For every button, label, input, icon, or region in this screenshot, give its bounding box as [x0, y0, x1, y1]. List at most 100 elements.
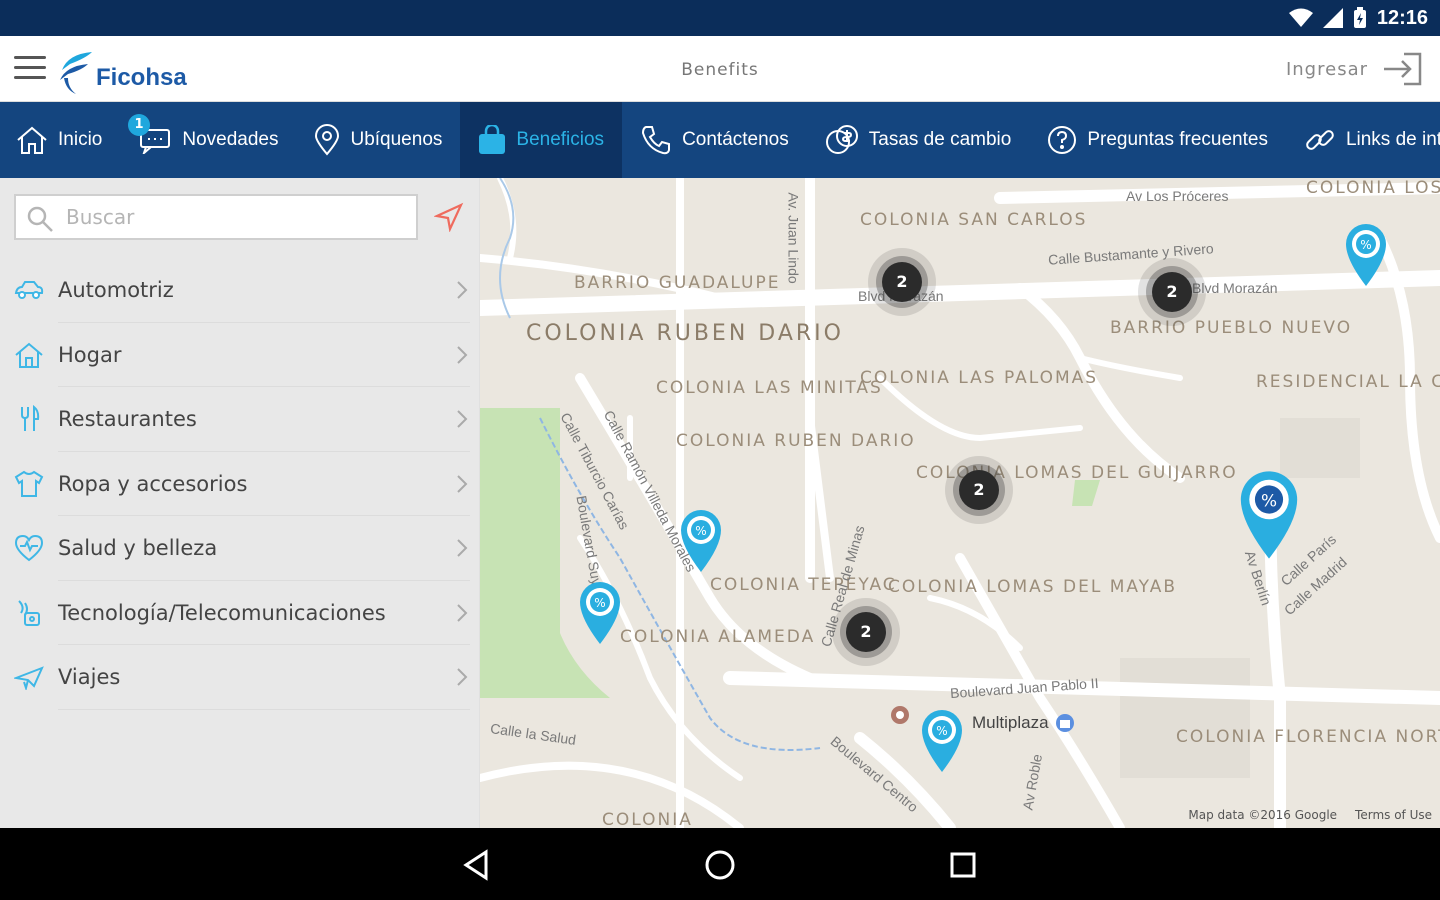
map-label: COLONIA LOS PROCERES — [1306, 178, 1440, 198]
map-copyright: Map data ©2016 Google — [1188, 808, 1338, 822]
tab-novedades[interactable]: Novedades — [120, 102, 296, 178]
ficohsa-logo-mark-icon — [60, 52, 92, 94]
map-label: COLONIA SAN CARLOS — [860, 210, 1088, 230]
tab-preguntas-frecuentes[interactable]: Preguntas frecuentes — [1029, 102, 1286, 178]
system-navigation-bar — [0, 828, 1440, 900]
svg-text:%: % — [936, 724, 947, 738]
benefit-pin-icon[interactable]: % — [920, 708, 964, 774]
home-button-icon[interactable] — [703, 848, 737, 882]
map-label: RESIDENCIAL LA CUMBRE — [1256, 372, 1440, 392]
search-input[interactable] — [66, 205, 406, 229]
help-icon — [1048, 126, 1077, 154]
location-pin-icon — [315, 124, 340, 156]
poi-multiplaza[interactable]: Multiplaza — [972, 713, 1075, 733]
shopping-bag-icon — [479, 125, 506, 154]
login-label: Ingresar — [1285, 58, 1368, 80]
tab-label: Preguntas frecuentes — [1087, 129, 1268, 150]
brand-name: Ficohsa — [96, 64, 187, 91]
category-salud-y-belleza[interactable]: Salud y belleza — [0, 516, 479, 581]
wifi-icon — [1288, 8, 1313, 27]
plane-icon — [14, 666, 44, 691]
benefit-pin-icon[interactable]: % — [578, 580, 622, 646]
map-cluster-marker[interactable]: 2 — [846, 612, 886, 652]
map-label: COLONIA LAS MINITAS — [656, 378, 883, 398]
back-icon[interactable] — [460, 848, 494, 882]
category-viajes[interactable]: Viajes — [0, 645, 479, 710]
tab-label: Beneficios — [516, 129, 605, 150]
map-label: BARRIO GUADALUPE — [574, 273, 781, 293]
tab-tasas-de-cambio[interactable]: Tasas de cambio — [807, 102, 1030, 178]
category-label: Tecnología/Telecomunicaciones — [58, 600, 386, 625]
map-label: COLONIA FLORENCIA NORTE — [1176, 727, 1440, 747]
map-label: BARRIO PUEBLO NUEVO — [1110, 318, 1353, 338]
map-cluster-marker[interactable]: 2 — [882, 262, 922, 302]
category-automotriz[interactable]: Automotriz — [0, 258, 479, 323]
map-label: COLONIA RUBEN DARIO — [526, 321, 844, 346]
map-cluster-marker[interactable]: 2 — [959, 470, 999, 510]
technology-icon — [18, 600, 40, 626]
page-title: Benefits — [681, 60, 759, 80]
shopping-poi-icon — [1055, 714, 1074, 732]
home-icon — [17, 126, 47, 154]
chevron-right-icon — [457, 668, 468, 686]
category-restaurantes[interactable]: Restaurantes — [0, 387, 479, 452]
main-nav: Inicio Novedades Ubíquenos Beneficios Co… — [0, 102, 1440, 178]
svg-text:%: % — [695, 524, 706, 538]
tab-inicio[interactable]: Inicio — [0, 102, 120, 178]
tab-contactenos[interactable]: Contáctenos — [622, 102, 807, 178]
street-label: Av. Juan Lindo — [785, 192, 802, 284]
benefit-pin-icon[interactable]: % — [1344, 222, 1388, 288]
chevron-right-icon — [457, 345, 468, 364]
poi-label: Multiplaza — [972, 713, 1049, 732]
category-tecnologia-telecomunicaciones[interactable]: Tecnología/Telecomunicaciones — [0, 581, 479, 646]
category-label: Viajes — [58, 665, 121, 690]
category-ropa-y-accesorios[interactable]: Ropa y accesorios — [0, 452, 479, 517]
category-sidebar: Automotriz Hogar Restaurantes Ropa y acc… — [0, 178, 480, 828]
category-label: Ropa y accesorios — [58, 471, 248, 496]
currency-exchange-icon — [825, 125, 858, 154]
battery-icon — [1353, 7, 1366, 28]
tab-ubiquenos[interactable]: Ubíquenos — [296, 102, 460, 178]
menu-icon[interactable] — [14, 56, 46, 82]
map-cluster-marker[interactable]: 2 — [1152, 272, 1192, 312]
recents-icon[interactable] — [946, 848, 980, 882]
map-label: COLONIA RUBEN DARIO — [676, 431, 916, 451]
chevron-right-icon — [457, 281, 468, 299]
status-bar: 12:16 — [0, 0, 1440, 36]
category-label: Restaurantes — [58, 407, 197, 432]
benefit-pin-icon[interactable]: % — [1238, 468, 1300, 562]
category-hogar[interactable]: Hogar — [0, 323, 479, 388]
category-label: Automotriz — [58, 278, 174, 303]
app-bar: Ficohsa Benefits Ingresar — [0, 36, 1440, 102]
chevron-right-icon — [457, 410, 468, 428]
restaurant-poi-icon — [891, 706, 909, 724]
map-label: COLONIA ALAMEDA — [620, 627, 816, 647]
terms-link[interactable]: Terms of Use — [1355, 808, 1432, 822]
phone-icon — [642, 126, 671, 155]
signal-icon — [1322, 8, 1343, 28]
navigation-arrow-icon[interactable] — [434, 202, 464, 232]
heart-icon — [14, 535, 44, 562]
ficohsa-logo[interactable]: Ficohsa — [58, 46, 187, 96]
street-label: Av Los Próceres — [1126, 188, 1229, 204]
house-icon — [15, 342, 43, 368]
clock: 12:16 — [1376, 6, 1428, 29]
category-list: Automotriz Hogar Restaurantes Ropa y acc… — [0, 258, 479, 710]
tab-beneficios[interactable]: Beneficios — [460, 102, 623, 178]
benefit-pin-icon[interactable]: % — [679, 508, 723, 574]
search-icon — [27, 206, 53, 232]
search-box[interactable] — [14, 194, 418, 240]
tab-label: Tasas de cambio — [868, 129, 1012, 150]
link-icon — [1306, 130, 1334, 150]
svg-text:%: % — [594, 596, 605, 610]
login-icon — [1384, 52, 1422, 86]
login-button[interactable]: Ingresar — [1286, 52, 1422, 86]
svg-text:%: % — [1360, 238, 1371, 252]
tab-label: Inicio — [58, 129, 103, 150]
map-view[interactable]: COLONIA SAN CARLOS BARRIO GUADALUPE COLO… — [480, 178, 1440, 828]
category-label: Salud y belleza — [58, 536, 218, 561]
svg-text:%: % — [1261, 491, 1277, 511]
tab-links-de-interes[interactable]: Links de inter — [1286, 102, 1440, 178]
map-label: COLONIA TEPEYAC — [710, 575, 897, 595]
map-label: COLONIA LAS PALOMAS — [860, 368, 1099, 388]
